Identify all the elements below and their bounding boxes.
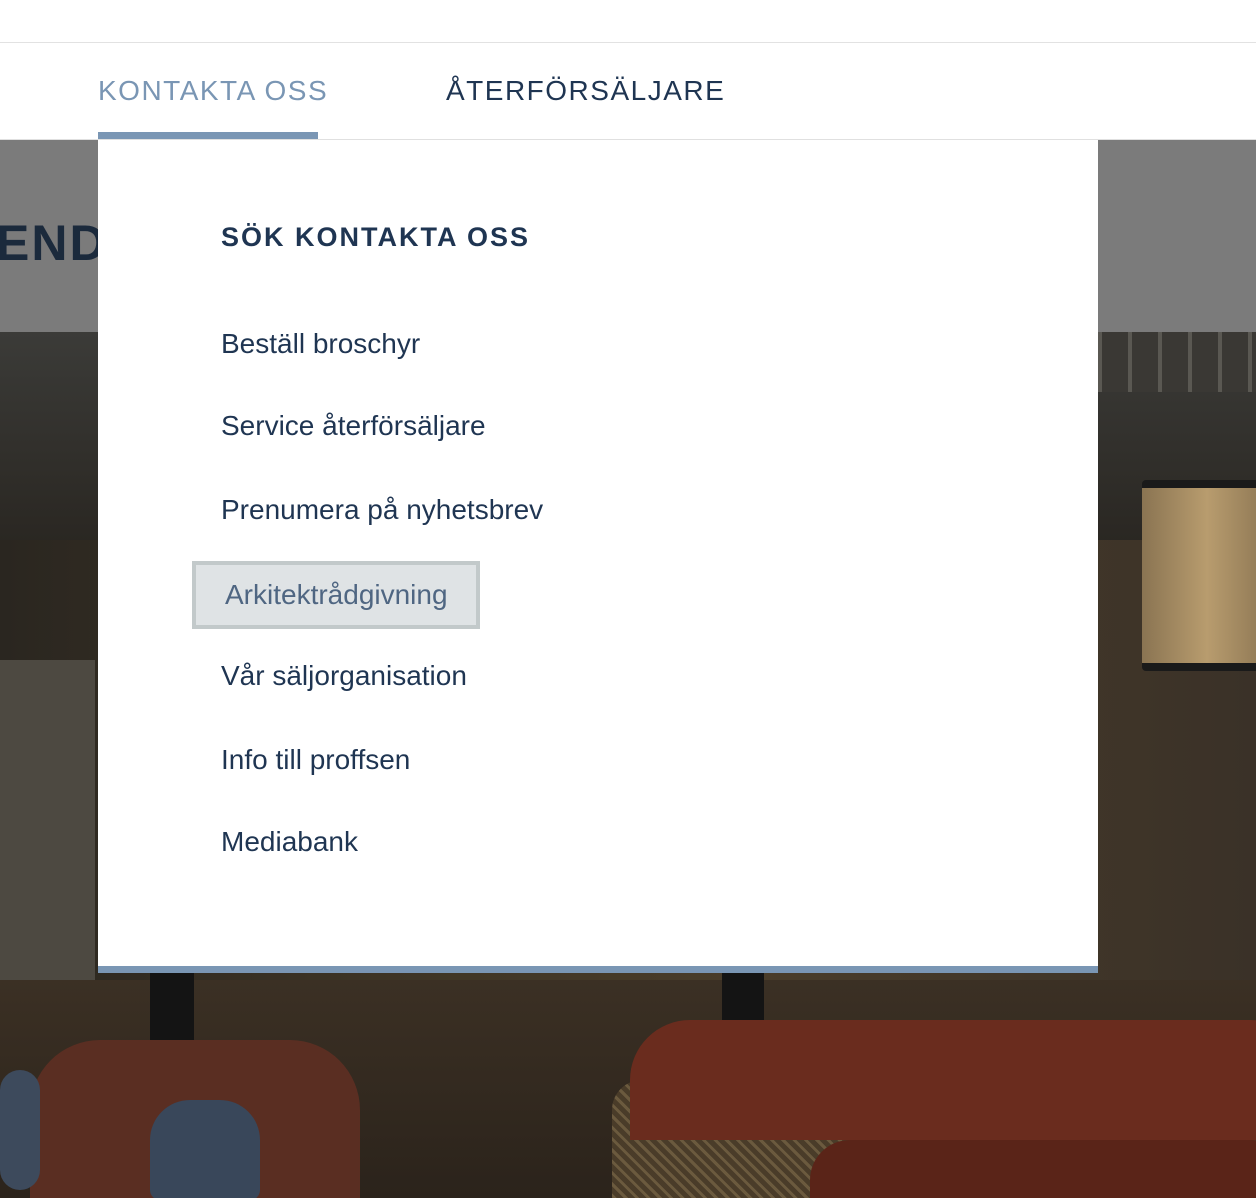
main-nav: KONTAKTA OSS ÅTERFÖRSÄLJARE xyxy=(0,43,1256,140)
nav-item-dealers[interactable]: ÅTERFÖRSÄLJARE xyxy=(446,43,725,139)
menu-item-order-brochure[interactable]: Beställ broschyr xyxy=(221,328,420,360)
menu-item-dealer-service[interactable]: Service återförsäljare xyxy=(221,410,486,442)
menu-item-media-bank[interactable]: Mediabank xyxy=(221,826,358,858)
dropdown-title: SÖK KONTAKTA OSS xyxy=(221,222,531,252)
menu-item-architect-advice[interactable]: Arkitektrådgivning xyxy=(192,561,480,629)
photo-lamp xyxy=(1142,480,1256,671)
nav-item-contact-label: KONTAKTA OSS xyxy=(98,75,329,106)
menu-item-newsletter[interactable]: Prenumera på nyhetsbrev xyxy=(221,494,543,526)
photo-ceiling-grid xyxy=(1098,332,1256,392)
active-tab-underline xyxy=(98,132,318,139)
photo-window xyxy=(0,660,95,990)
nav-item-contact[interactable]: KONTAKTA OSS xyxy=(98,43,327,139)
photo-sofa xyxy=(630,1020,1256,1140)
contact-dropdown-menu: SÖK KONTAKTA OSS Beställ broschyr Servic… xyxy=(98,140,1098,973)
menu-item-pro-info[interactable]: Info till proffsen xyxy=(221,744,410,776)
photo-blue-chair xyxy=(150,1100,260,1198)
nav-item-dealers-label: ÅTERFÖRSÄLJARE xyxy=(446,75,726,106)
menu-item-sales-organisation[interactable]: Vår säljorganisation xyxy=(221,660,467,692)
photo-sofa xyxy=(810,1140,1256,1198)
hero-heading: END xyxy=(0,215,108,271)
page: KONTAKTA OSS ÅTERFÖRSÄLJARE END SÖK KONT… xyxy=(0,0,1256,1198)
photo-blue-chair xyxy=(0,1070,40,1190)
top-strip xyxy=(0,0,1256,43)
